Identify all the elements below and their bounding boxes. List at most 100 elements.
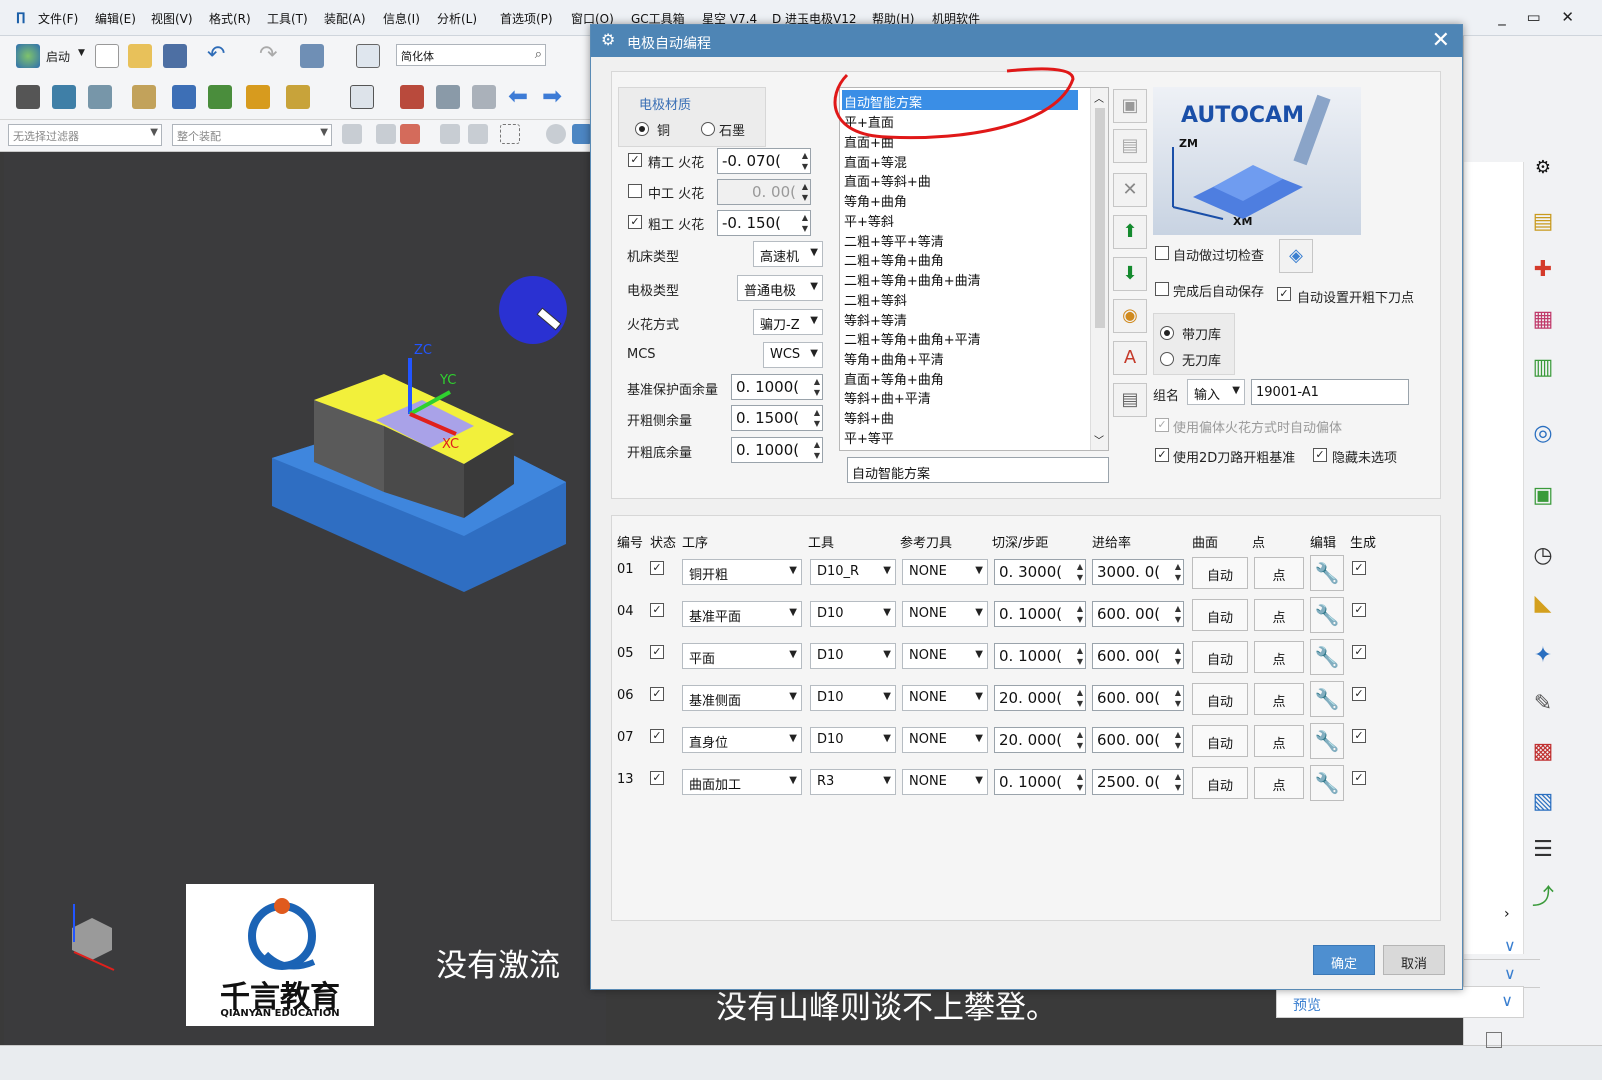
generate-checkbox[interactable]: ✓	[1352, 771, 1366, 785]
selection-filter-dropdown[interactable]: 无选择过滤器 ▼	[8, 124, 162, 146]
list-item[interactable]: 等斜+曲+平清	[842, 386, 933, 407]
redo-icon[interactable]: ↷	[259, 42, 277, 67]
machine-type-dropdown[interactable]: 高速机 ▼	[753, 241, 823, 267]
auto-save-checkbox[interactable]	[1155, 282, 1169, 296]
list-item[interactable]: 二粗+等角+曲角+曲清	[842, 268, 983, 289]
list-scrollbar[interactable]: ︿ ﹀	[1090, 88, 1108, 450]
palette-icon[interactable]: ◉	[1113, 299, 1147, 333]
feed-input[interactable]: 3000. 0(▲ ▼	[1092, 559, 1184, 585]
menu-file[interactable]: 文件(F)	[38, 10, 78, 27]
curve-tool-icon[interactable]	[172, 85, 196, 109]
rough-spark-checkbox[interactable]: ✓	[628, 215, 642, 229]
graphite-radio[interactable]	[701, 122, 715, 136]
text-style-icon[interactable]: A	[1113, 341, 1147, 375]
clock-icon[interactable]: ◷	[1527, 540, 1559, 572]
panel-section-2[interactable]: ∨	[1464, 962, 1540, 988]
row-status-checkbox[interactable]: ✓	[650, 561, 664, 575]
list-item[interactable]: 直面+等斜+曲	[842, 169, 933, 190]
assembly-scope-dropdown[interactable]: 整个装配 ▼	[172, 124, 332, 146]
constraint-navigator-icon[interactable]: ▦	[1527, 304, 1559, 336]
row-status-checkbox[interactable]: ✓	[650, 603, 664, 617]
select-tool-icon[interactable]	[300, 44, 324, 68]
tool-dropdown[interactable]: D10_R ▼	[810, 559, 896, 585]
ref-tool-dropdown[interactable]: NONE ▼	[902, 727, 988, 753]
menu-analysis[interactable]: 分析(L)	[437, 10, 477, 27]
operation-dropdown[interactable]: 平面 ▼	[682, 643, 802, 669]
depth-input[interactable]: 0. 3000(▲ ▼	[994, 559, 1086, 585]
point-filter-icon[interactable]	[400, 124, 420, 144]
process-studio-icon[interactable]: ◣	[1527, 588, 1559, 620]
list-item[interactable]: 平+等平	[842, 426, 896, 447]
delete-icon[interactable]: ✕	[1113, 173, 1147, 207]
point-button[interactable]: 点	[1254, 641, 1304, 673]
snap-point-icon[interactable]	[376, 124, 396, 144]
ref-tool-dropdown[interactable]: NONE ▼	[902, 769, 988, 795]
chevron-down-icon[interactable]: ▼	[78, 48, 85, 58]
layers-icon[interactable]	[52, 85, 76, 109]
wrench-icon[interactable]: 🔧	[1310, 555, 1344, 591]
semi-spark-checkbox[interactable]	[628, 184, 642, 198]
finish-spark-input[interactable]: -0. 070(▲ ▼	[717, 148, 811, 174]
tool-dropdown[interactable]: D10 ▼	[810, 643, 896, 669]
fullscreen-icon[interactable]	[1486, 1032, 1502, 1048]
new-file-icon[interactable]	[95, 44, 119, 68]
depth-input[interactable]: 0. 1000(▲ ▼	[994, 601, 1086, 627]
feed-input[interactable]: 600. 00(▲ ▼	[1092, 601, 1184, 627]
notes-icon[interactable]: ▤	[1113, 383, 1147, 417]
surface-auto-button[interactable]: 自动	[1192, 599, 1248, 631]
snap-icon[interactable]	[16, 85, 40, 109]
start-icon[interactable]	[16, 44, 40, 68]
undo-icon[interactable]: ↶	[207, 42, 225, 67]
list-item[interactable]: 二粗+等斜	[842, 288, 909, 309]
mcs-dropdown[interactable]: WCS ▼	[763, 342, 823, 368]
scroll-down-icon[interactable]: ﹀	[1094, 432, 1104, 447]
list-item[interactable]: 等角+曲角+平清	[842, 347, 946, 368]
ref-tool-dropdown[interactable]: NONE ▼	[902, 643, 988, 669]
with-toollib-radio[interactable]	[1160, 326, 1174, 340]
base-margin-input[interactable]: 0. 1000(▲ ▼	[731, 374, 823, 400]
menu-format[interactable]: 格式(R)	[209, 10, 251, 27]
group-name-mode-dropdown[interactable]: 输入 ▼	[1187, 379, 1245, 405]
list-icon[interactable]: ☰	[1527, 834, 1559, 866]
surface-auto-button[interactable]: 自动	[1192, 557, 1248, 589]
view-orient-icon[interactable]	[546, 124, 566, 144]
ref-tool-dropdown[interactable]: NONE ▼	[902, 601, 988, 627]
row-status-checkbox[interactable]: ✓	[650, 771, 664, 785]
row-status-checkbox[interactable]: ✓	[650, 687, 664, 701]
depth-input[interactable]: 20. 000(▲ ▼	[994, 727, 1086, 753]
cube-icon[interactable]	[572, 124, 592, 144]
window-controls[interactable]: _ ▭ ✕	[1498, 8, 1582, 26]
operation-dropdown[interactable]: 基准侧面 ▼	[682, 685, 802, 711]
generate-checkbox[interactable]: ✓	[1352, 603, 1366, 617]
wrench-icon[interactable]: 🔧	[1310, 597, 1344, 633]
tool-dropdown[interactable]: D10 ▼	[810, 601, 896, 627]
list-item[interactable]: 等斜+曲	[842, 406, 896, 427]
list-item[interactable]: 等角+曲角	[842, 189, 909, 210]
generate-checkbox[interactable]: ✓	[1352, 645, 1366, 659]
attribute-icon[interactable]	[132, 85, 156, 109]
gouge-check-icon[interactable]: ◈	[1279, 239, 1313, 273]
wrench-icon[interactable]: 🔧	[1310, 681, 1344, 717]
history-palette-icon[interactable]: ▣	[1527, 480, 1559, 512]
scroll-up-icon[interactable]: ︿	[1094, 90, 1104, 105]
side-margin-input[interactable]: 0. 1500(▲ ▼	[731, 405, 823, 431]
export-icon[interactable]: ⤴	[1527, 882, 1559, 914]
search-input[interactable]: 简化体 ⌕	[396, 44, 546, 66]
auto-gouge-check-checkbox[interactable]	[1155, 246, 1169, 260]
surface-auto-button[interactable]: 自动	[1192, 767, 1248, 799]
use-offset-spark-checkbox[interactable]: ✓	[1155, 418, 1169, 432]
arrow-right-icon[interactable]: ➡	[542, 82, 562, 110]
split-icon[interactable]	[436, 85, 460, 109]
roles-icon[interactable]: ✦	[1527, 640, 1559, 672]
scroll-thumb[interactable]	[1095, 108, 1105, 328]
operation-dropdown[interactable]: 直身位 ▼	[682, 727, 802, 753]
save-icon[interactable]	[163, 44, 187, 68]
depth-input[interactable]: 0. 1000(▲ ▼	[994, 643, 1086, 669]
point-button[interactable]: 点	[1254, 557, 1304, 589]
menu-view[interactable]: 视图(V)	[151, 10, 193, 27]
feature-tool-icon[interactable]	[246, 85, 270, 109]
row-status-checkbox[interactable]: ✓	[650, 645, 664, 659]
list-item[interactable]: 二粗+等平+等清	[842, 229, 946, 250]
web-browser-icon[interactable]: ◎	[1527, 418, 1559, 450]
open-folder-icon[interactable]	[128, 44, 152, 68]
